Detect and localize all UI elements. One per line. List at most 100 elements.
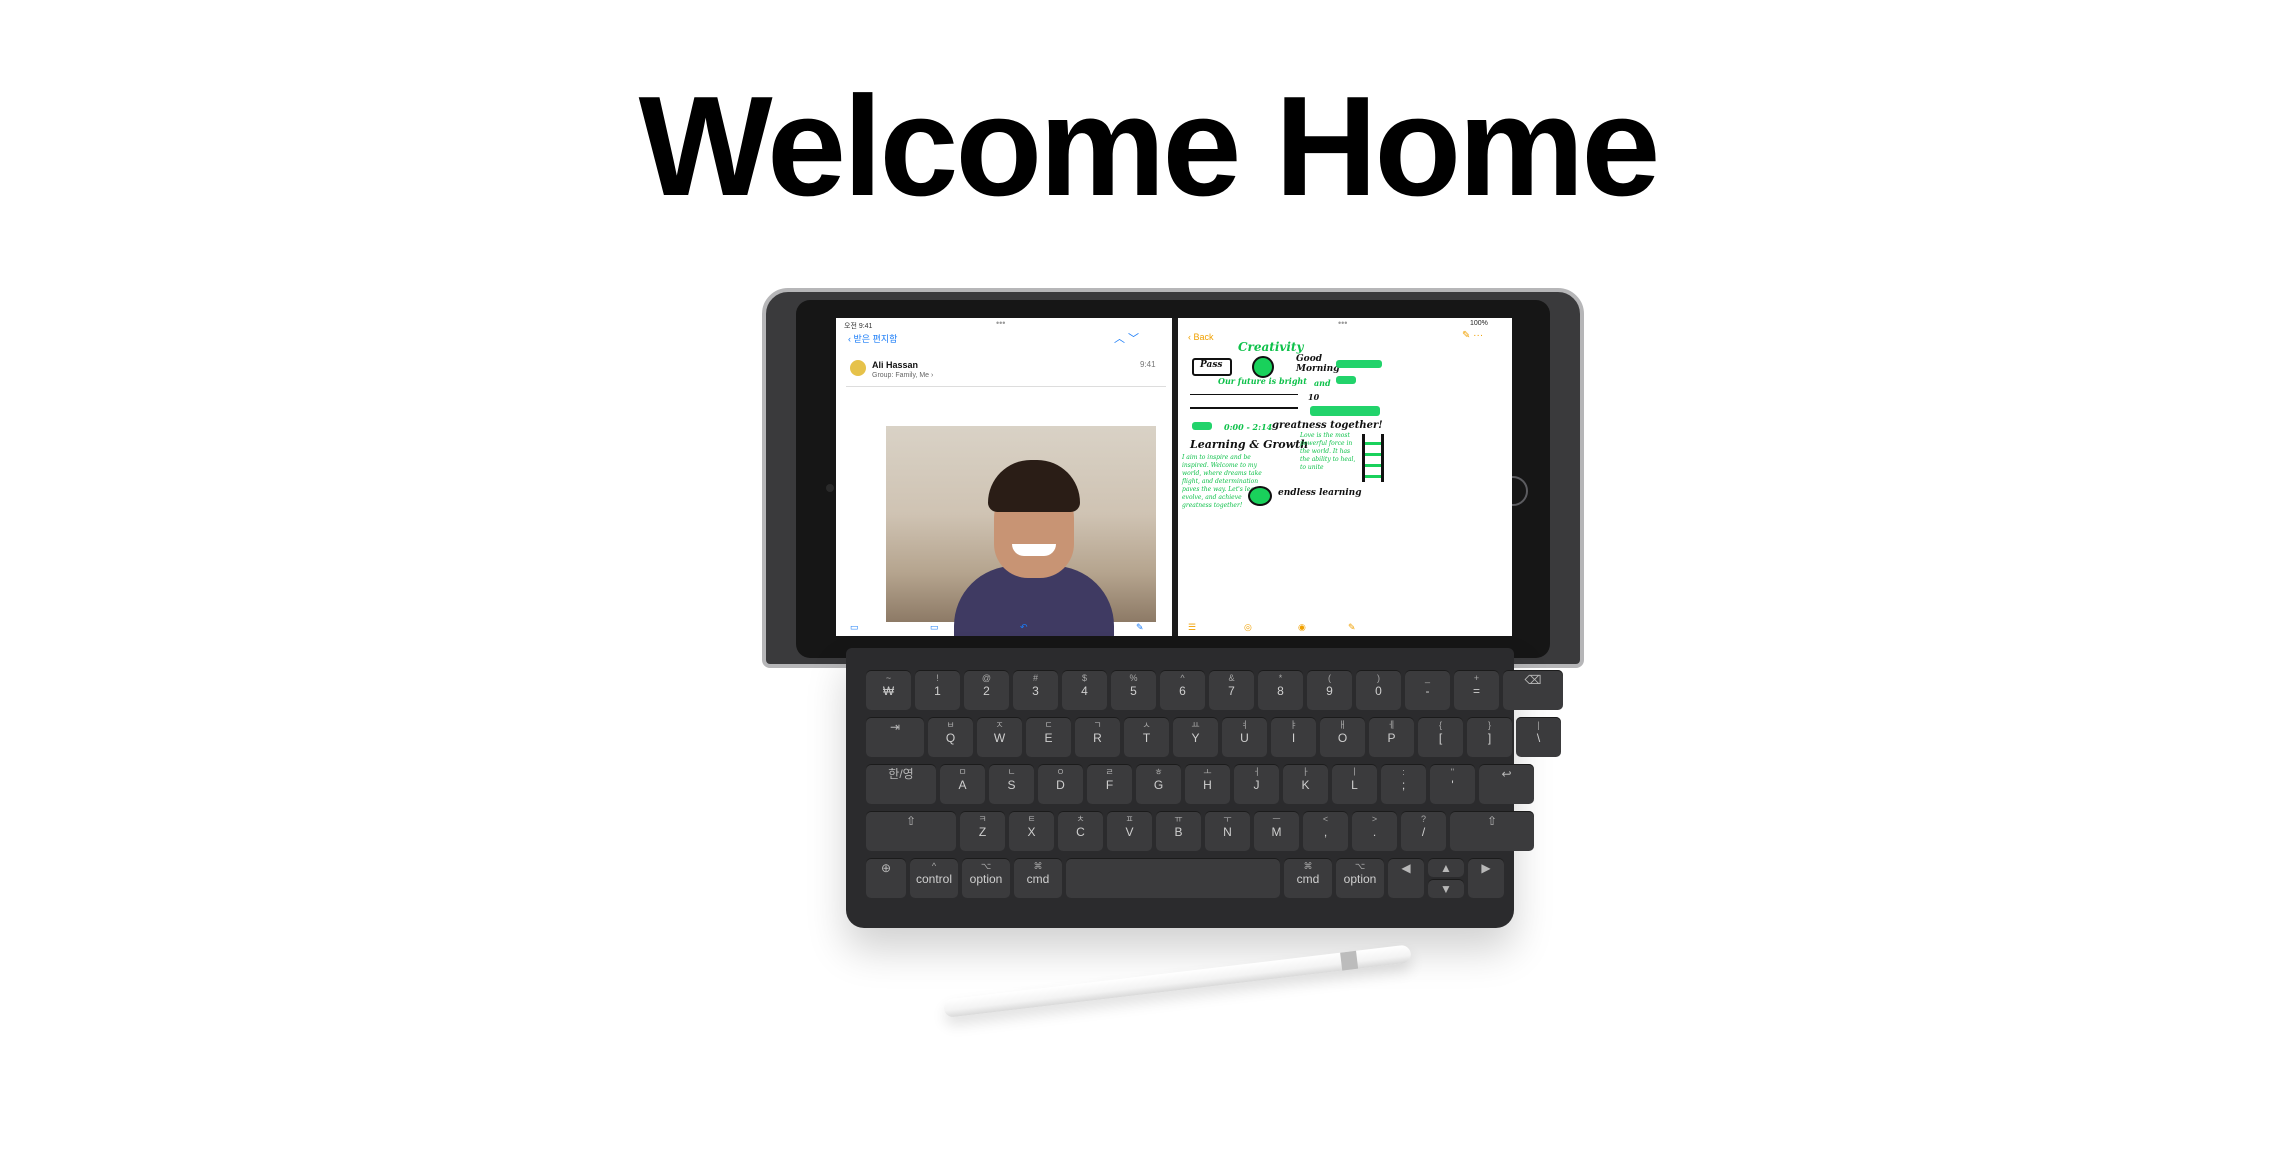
inbox-back-link[interactable]: ‹ 받은 편지함 bbox=[848, 332, 897, 345]
key-6[interactable]: ^ 6 bbox=[1160, 670, 1205, 710]
key-sym[interactable]: ? / bbox=[1401, 811, 1446, 851]
folder-icon[interactable]: ▭ bbox=[850, 622, 859, 633]
key-x[interactable]: ㅌX bbox=[1009, 811, 1054, 851]
key-t[interactable]: ㅅT bbox=[1124, 717, 1169, 757]
key-i[interactable]: ㅑI bbox=[1271, 717, 1316, 757]
key-sym-top: > bbox=[1371, 814, 1378, 824]
recipient-group[interactable]: Group: Family, Me › bbox=[872, 372, 933, 379]
key-3[interactable]: #3 bbox=[1013, 670, 1058, 710]
key-shift-left-symbol: ⇧ bbox=[905, 814, 917, 828]
key-cmd-left[interactable]: ⌘ cmd bbox=[1014, 858, 1062, 898]
compose-icon[interactable]: ✎ bbox=[1136, 622, 1144, 633]
key-8[interactable]: * 8 bbox=[1258, 670, 1303, 710]
key-f[interactable]: ㄹF bbox=[1087, 764, 1132, 804]
key-4[interactable]: $4 bbox=[1062, 670, 1107, 710]
key-delete[interactable]: ⌫ bbox=[1503, 670, 1563, 710]
key-arrow-left[interactable]: ◀ bbox=[1388, 858, 1424, 898]
sketch-good-morning: Good Morning bbox=[1296, 354, 1340, 374]
key-control[interactable]: ^ control bbox=[910, 858, 958, 898]
key-u[interactable]: ㅕU bbox=[1222, 717, 1267, 757]
key-globe[interactable]: ⊕ bbox=[866, 858, 906, 898]
key-c[interactable]: ㅊC bbox=[1058, 811, 1103, 851]
key-sym-top: ? bbox=[1420, 814, 1426, 824]
multitask-dots[interactable]: ••• bbox=[996, 318, 1005, 328]
compose-icon[interactable]: ✎ bbox=[1348, 622, 1356, 633]
key-11[interactable]: _ - bbox=[1405, 670, 1450, 710]
key-b[interactable]: ㅠB bbox=[1156, 811, 1201, 851]
key-tab[interactable]: ⇥ bbox=[866, 717, 924, 757]
key-5[interactable]: % 5 bbox=[1111, 670, 1156, 710]
key-5-top: % bbox=[1129, 673, 1138, 683]
key-w[interactable]: ㅈW bbox=[977, 717, 1022, 757]
attached-photo[interactable] bbox=[886, 426, 1156, 636]
key-option-right[interactable]: ⌥ option bbox=[1336, 858, 1384, 898]
key-p[interactable]: ㅔP bbox=[1369, 717, 1414, 757]
key-e[interactable]: ㄷE bbox=[1026, 717, 1071, 757]
key-r[interactable]: ㄱR bbox=[1075, 717, 1120, 757]
key-shift-left[interactable]: ⇧ bbox=[866, 811, 956, 851]
checklist-icon[interactable]: ☰ bbox=[1188, 622, 1196, 633]
key-arrow-right[interactable]: ▶ bbox=[1468, 858, 1504, 898]
reply-icon[interactable]: ↶ bbox=[1020, 622, 1028, 633]
notes-back-link[interactable]: ‹ Back bbox=[1188, 332, 1214, 342]
key-s[interactable]: ㄴS bbox=[989, 764, 1034, 804]
key-2[interactable]: @2 bbox=[964, 670, 1009, 710]
key-b-label: B bbox=[1174, 824, 1183, 839]
sketch-love-text: Love is the most powerful force in the w… bbox=[1300, 432, 1356, 471]
key-option-left[interactable]: ⌥ option bbox=[962, 858, 1010, 898]
key-return-symbol: ↩ bbox=[1501, 767, 1512, 781]
key-y[interactable]: ㅛY bbox=[1173, 717, 1218, 757]
header-divider bbox=[846, 386, 1166, 387]
key-q[interactable]: ㅂQ bbox=[928, 717, 973, 757]
key-a[interactable]: ㅁA bbox=[940, 764, 985, 804]
key-sym[interactable]: | \ bbox=[1516, 717, 1561, 757]
key-z[interactable]: ㅋZ bbox=[960, 811, 1005, 851]
markup-icon[interactable]: ◉ bbox=[1298, 622, 1306, 633]
key-l-top: ㅣ bbox=[1350, 767, 1359, 777]
key-11-label: - bbox=[1425, 683, 1430, 698]
key-m[interactable]: ㅡM bbox=[1254, 811, 1299, 851]
sketch-pass: Pass bbox=[1200, 360, 1223, 370]
camera-icon[interactable]: ◎ bbox=[1244, 622, 1252, 633]
sketch-car-icon bbox=[1336, 376, 1356, 384]
key-sym[interactable]: :; bbox=[1381, 764, 1426, 804]
key-o[interactable]: ㅐO bbox=[1320, 717, 1365, 757]
key-d[interactable]: ㅇD bbox=[1038, 764, 1083, 804]
key-sym[interactable]: {[ bbox=[1418, 717, 1463, 757]
key-sym[interactable]: }] bbox=[1467, 717, 1512, 757]
message-nav-arrows[interactable]: ︿ ﹀ bbox=[1114, 330, 1139, 346]
key-7[interactable]: & 7 bbox=[1209, 670, 1254, 710]
sketch-pass-box: Pass bbox=[1192, 358, 1232, 376]
key-sym[interactable]: <, bbox=[1303, 811, 1348, 851]
key-return[interactable]: ↩ bbox=[1479, 764, 1534, 804]
key-capslock[interactable]: 한/영 bbox=[866, 764, 936, 804]
key-shift-right[interactable]: ⇧ bbox=[1450, 811, 1534, 851]
key-k[interactable]: ㅏK bbox=[1283, 764, 1328, 804]
key-sym-label: ' bbox=[1451, 777, 1454, 792]
key-0[interactable]: ~ ₩ bbox=[866, 670, 911, 710]
key-h[interactable]: ㅗH bbox=[1185, 764, 1230, 804]
key-12[interactable]: + = bbox=[1454, 670, 1499, 710]
key-arrow-up[interactable]: ▲ bbox=[1428, 858, 1464, 877]
multitask-dots[interactable]: ••• bbox=[1338, 318, 1347, 328]
key-g[interactable]: ㅎG bbox=[1136, 764, 1181, 804]
key-v[interactable]: ㅍV bbox=[1107, 811, 1152, 851]
key-cmd-right[interactable]: ⌘ cmd bbox=[1284, 858, 1332, 898]
key-n[interactable]: ㅜN bbox=[1205, 811, 1250, 851]
key-arrow-down[interactable]: ▼ bbox=[1428, 879, 1464, 898]
key-10-label: 0 bbox=[1375, 683, 1382, 698]
archive-icon[interactable]: ▭ bbox=[930, 622, 939, 633]
key-e-label: E bbox=[1044, 730, 1053, 745]
key-10[interactable]: ) 0 bbox=[1356, 670, 1401, 710]
key-space[interactable] bbox=[1066, 858, 1280, 898]
key-l[interactable]: ㅣL bbox=[1332, 764, 1377, 804]
notes-action-icons[interactable]: ✎ ··· bbox=[1462, 330, 1483, 341]
key-1[interactable]: ! 1 bbox=[915, 670, 960, 710]
key-sym-label: . bbox=[1372, 824, 1377, 839]
key-9[interactable]: (9 bbox=[1307, 670, 1352, 710]
key-9-label: 9 bbox=[1326, 683, 1333, 698]
key-sym[interactable]: " ' bbox=[1430, 764, 1475, 804]
key-sym[interactable]: >. bbox=[1352, 811, 1397, 851]
key-12-top: + bbox=[1473, 673, 1480, 683]
key-j[interactable]: ㅓJ bbox=[1234, 764, 1279, 804]
